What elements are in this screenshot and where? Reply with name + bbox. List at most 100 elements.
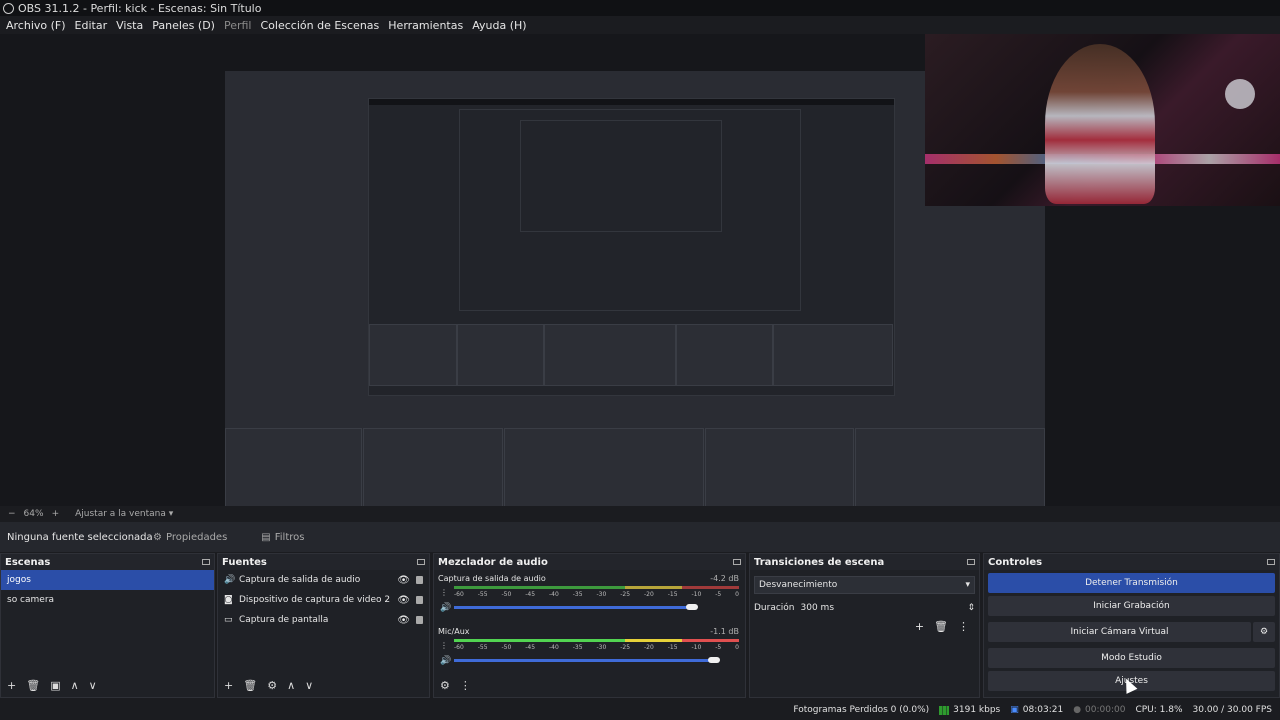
fit-window-label: Ajustar a la ventana: [75, 509, 166, 519]
undock-icon[interactable]: [967, 559, 975, 565]
scene-item-jogos[interactable]: jogos: [1, 570, 214, 590]
filters-button[interactable]: ▤ Filtros: [253, 528, 312, 547]
channel-db: -4.2 dB: [710, 574, 739, 583]
transition-select[interactable]: Desvanecimiento ▾: [754, 576, 975, 594]
source-label: Captura de salida de audio: [239, 575, 361, 585]
zoom-in-button[interactable]: +: [52, 509, 60, 519]
mixer-channel: Mic/Aux -1.1 dB ⋮ -60 -55 -50 -45 -40 -35 -30-…: [434, 623, 745, 676]
window-title: OBS 31.1.2 - Perfil: kick - Escenas: Sin…: [18, 1, 262, 15]
stream-time: 08:03:21: [1022, 705, 1064, 715]
volume-slider[interactable]: [454, 606, 692, 609]
stop-stream-button[interactable]: Detener Transmisión: [988, 573, 1275, 593]
undock-icon[interactable]: [733, 559, 741, 565]
trash-icon[interactable]: 🗑: [243, 679, 257, 692]
studio-mode-button[interactable]: Modo Estudio: [988, 648, 1275, 668]
signal-bars-icon: [939, 705, 950, 715]
eye-icon[interactable]: 👁: [397, 595, 410, 606]
preview-area[interactable]: [0, 34, 1280, 535]
arrow-down-icon[interactable]: ∨: [305, 679, 313, 692]
webcam-feed: [925, 34, 1280, 206]
obs-logo-icon: [3, 2, 14, 14]
source-item[interactable]: ▭ Captura de pantalla 👁: [218, 610, 429, 630]
lock-icon[interactable]: [416, 596, 423, 604]
meter-ticks: -60 -55 -50 -45 -40 -35 -30 -25 -20 -15 -10 -5 0: [454, 591, 739, 598]
no-source-label: Ninguna fuente seleccionada: [7, 531, 153, 543]
more-menu-icon[interactable]: ⋮: [958, 620, 969, 633]
channel-menu-icon[interactable]: ⋮: [440, 588, 448, 597]
speaker-icon[interactable]: 🔊: [440, 603, 451, 613]
add-icon[interactable]: +: [7, 679, 16, 692]
dropped-frames: Fotogramas Perdidos 0 (0.0%): [793, 705, 930, 715]
nested-preview-2: [459, 109, 801, 311]
monitor-icon: ▭: [224, 615, 233, 625]
start-recording-button[interactable]: Iniciar Grabación: [988, 596, 1275, 616]
lock-icon[interactable]: [416, 616, 423, 624]
menu-editar[interactable]: Editar: [75, 19, 108, 32]
scene-item-so-camera[interactable]: so camera: [1, 590, 214, 610]
level-meter: [454, 639, 739, 642]
speaker-icon[interactable]: 🔊: [440, 656, 451, 666]
volume-handle[interactable]: [686, 604, 698, 610]
volume-slider[interactable]: [454, 659, 714, 662]
eye-icon[interactable]: 👁: [397, 575, 410, 586]
nested-preview-1: [368, 98, 895, 396]
fit-window-dropdown[interactable]: Ajustar a la ventana ▾: [67, 509, 173, 519]
sources-header: Fuentes: [218, 554, 429, 570]
sources-title: Fuentes: [222, 556, 267, 568]
menu-paneles[interactable]: Paneles (D): [152, 19, 215, 32]
eye-icon[interactable]: 👁: [397, 615, 410, 626]
channel-db: -1.1 dB: [710, 627, 739, 636]
audio-mixer-dock: Mezclador de audio Captura de salida de …: [433, 553, 746, 698]
gear-icon[interactable]: ⚙: [1253, 622, 1275, 642]
arrow-down-icon[interactable]: ∨: [89, 679, 97, 692]
preview-canvas: [225, 71, 1045, 535]
source-item[interactable]: ◙ Dispositivo de captura de video 2 👁: [218, 590, 429, 610]
trash-icon[interactable]: 🗑: [26, 679, 40, 692]
menu-ayuda[interactable]: Ayuda (H): [472, 19, 526, 32]
menu-archivo[interactable]: Archivo (F): [6, 19, 66, 32]
source-item[interactable]: 🔊 Captura de salida de audio 👁: [218, 570, 429, 590]
gear-icon: ⚙: [153, 531, 162, 543]
trash-icon[interactable]: 🗑: [934, 620, 948, 633]
menu-bar: Archivo (F) Editar Vista Paneles (D) Per…: [0, 16, 1280, 34]
title-bar: OBS 31.1.2 - Perfil: kick - Escenas: Sin…: [0, 0, 1280, 16]
undock-icon[interactable]: [202, 559, 210, 565]
filters-label: Filtros: [274, 531, 305, 543]
sources-toolbar: + 🗑 ⚙ ∧ ∨: [218, 677, 313, 693]
mixer-header: Mezclador de audio: [434, 554, 745, 570]
transition-toolbar: + 🗑 ⋮: [750, 620, 979, 633]
add-icon[interactable]: +: [224, 679, 233, 692]
duration-value: 300 ms: [800, 603, 835, 613]
menu-herramientas[interactable]: Herramientas: [388, 19, 463, 32]
start-virtual-camera-button[interactable]: Iniciar Cámara Virtual: [988, 622, 1251, 642]
arrow-up-icon[interactable]: ∧: [71, 679, 79, 692]
scenes-toolbar: + 🗑 ▣ ∧ ∨: [1, 677, 97, 693]
filter-icon[interactable]: ▣: [50, 679, 60, 692]
advanced-audio-icon[interactable]: ⚙: [440, 679, 450, 692]
undock-icon[interactable]: [1267, 559, 1275, 565]
more-menu-icon[interactable]: ⋮: [460, 679, 471, 692]
channel-name: Mic/Aux: [438, 627, 470, 636]
zoom-out-button[interactable]: −: [8, 509, 16, 519]
duration-input[interactable]: 300 ms: [801, 600, 968, 616]
gear-icon[interactable]: ⚙: [267, 679, 277, 692]
spin-icon[interactable]: ⇕: [967, 603, 975, 613]
menu-coleccion-escenas[interactable]: Colección de Escenas: [261, 19, 380, 32]
mixer-toolbar: ⚙ ⋮: [434, 677, 471, 693]
nested-preview-3: [520, 120, 722, 232]
arrow-up-icon[interactable]: ∧: [287, 679, 295, 692]
menu-perfil[interactable]: Perfil: [224, 19, 252, 32]
stream-icon: ▣: [1010, 705, 1019, 715]
source-context-bar: Ninguna fuente seleccionada ⚙ Propiedades…: [0, 522, 1280, 552]
undock-icon[interactable]: [417, 559, 425, 565]
add-icon[interactable]: +: [915, 620, 924, 633]
menu-vista[interactable]: Vista: [116, 19, 143, 32]
meter-ticks: -60 -55 -50 -45 -40 -35 -30 -25 -20 -15 -10 -5 0: [454, 644, 739, 651]
lock-icon[interactable]: [416, 576, 423, 584]
properties-label: Propiedades: [165, 531, 228, 543]
channel-menu-icon[interactable]: ⋮: [440, 641, 448, 650]
volume-handle[interactable]: [708, 657, 720, 663]
properties-button[interactable]: ⚙ Propiedades: [145, 528, 235, 547]
mixer-channel: Captura de salida de audio -4.2 dB ⋮ -60…: [434, 570, 745, 623]
transitions-title: Transiciones de escena: [754, 556, 885, 568]
